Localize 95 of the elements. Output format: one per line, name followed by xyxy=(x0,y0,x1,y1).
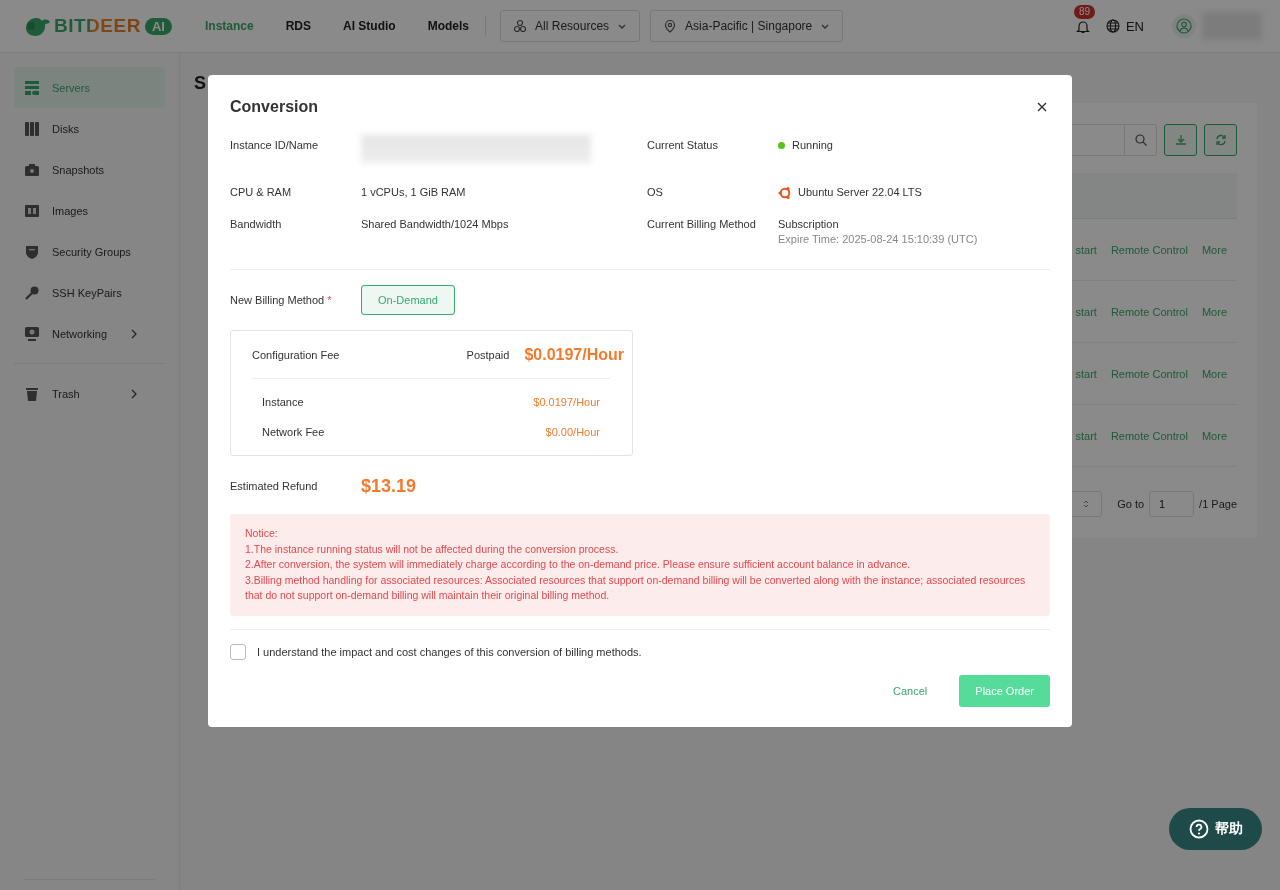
caret-icon xyxy=(617,22,628,30)
globe-icon xyxy=(1105,19,1120,33)
action-link[interactable]: start xyxy=(1075,305,1097,318)
cubes-icon xyxy=(513,19,528,33)
action-link[interactable]: Remote Control xyxy=(1110,367,1188,380)
os-name: Ubuntu Server 22.04 LTS xyxy=(798,186,922,198)
notice-text: 3.Billing method handling for associated resources: Associated resources that support on-demand billing will be converted along with the instance; associated resources that do not support on-demand billing will maintain their original billing method. xyxy=(245,572,1027,603)
field-value: Subscription xyxy=(778,218,840,230)
action-link[interactable]: More xyxy=(1201,305,1227,318)
region-dropdown[interactable]: Asia-Pacific | Singapore xyxy=(650,10,844,42)
help-button[interactable]: 帮助 xyxy=(1169,808,1262,850)
key-icon xyxy=(25,285,39,300)
fee-total: $0.0197/Hour xyxy=(524,345,624,364)
action-link[interactable]: start xyxy=(1075,367,1097,380)
checkbox-label: I understand the impact and cost changes of this conversion of billing methods. xyxy=(257,645,642,658)
caret-icon xyxy=(820,22,831,30)
fee-item-price: $0.00/Hour xyxy=(545,426,600,438)
dropdown-label: All Resources xyxy=(535,19,610,33)
download-button[interactable] xyxy=(1164,124,1197,156)
fee-label: Configuration Fee xyxy=(252,348,341,361)
nav-link[interactable]: Instance xyxy=(205,19,270,33)
field-value: 1 vCPUs, 1 GiB RAM xyxy=(361,186,467,198)
nav-link[interactable]: AI Studio xyxy=(327,19,412,33)
action-link[interactable]: More xyxy=(1201,367,1227,380)
sidebar-item[interactable]: SSH KeyPairs xyxy=(14,272,165,313)
help-icon xyxy=(1188,819,1209,839)
cancel-button[interactable]: Cancel xyxy=(877,674,944,707)
status-text: Running xyxy=(792,139,833,151)
expire-time: Expire Time: 2025-08-24 15:10:39 (UTC) xyxy=(778,233,979,245)
action-link[interactable]: Remote Control xyxy=(1110,243,1188,256)
sidebar-item[interactable]: Disks xyxy=(14,108,165,149)
nav-link[interactable]: Models xyxy=(411,19,486,33)
action-link[interactable]: More xyxy=(1201,243,1227,256)
field-label: Current Status xyxy=(647,139,719,153)
required-mark: * xyxy=(327,294,332,306)
billing-mode: Postpaid xyxy=(466,348,510,361)
goto-label: Go to xyxy=(1117,498,1145,510)
chevron-right-icon xyxy=(130,388,138,399)
action-link[interactable]: start xyxy=(1075,429,1097,442)
refresh-button[interactable] xyxy=(1204,124,1237,156)
sidebar-item[interactable]: Trash xyxy=(14,373,165,414)
sidebar-item[interactable]: Security Groups xyxy=(14,231,165,272)
ubuntu-logo-icon xyxy=(778,186,792,200)
fee-item-price: $0.0197/Hour xyxy=(533,396,600,408)
billing-option[interactable]: On-Demand xyxy=(361,285,455,315)
location-pin-icon xyxy=(663,19,678,33)
field-label: Estimated Refund xyxy=(230,480,319,492)
sort-caret-icon xyxy=(1083,499,1090,509)
refund-amount: $13.19 xyxy=(361,475,417,497)
field-label: Current Billing Method xyxy=(647,218,757,232)
sidebar-item[interactable]: Images xyxy=(14,190,165,231)
page-input[interactable]: 1 xyxy=(1149,491,1195,517)
resource-dropdown[interactable]: All Resources xyxy=(500,10,641,42)
sidebar-item[interactable]: Snapshots xyxy=(14,149,165,190)
disk-icon xyxy=(25,121,39,136)
camera-icon xyxy=(25,162,39,177)
sidebar-item[interactable]: Servers xyxy=(14,67,165,108)
monitor-icon xyxy=(25,326,39,341)
fee-item-label: Network Fee xyxy=(262,426,325,438)
action-link[interactable]: Remote Control xyxy=(1110,305,1188,318)
sidebar-item[interactable]: Networking xyxy=(14,313,165,354)
fee-item-label: Instance xyxy=(262,396,304,408)
shield-icon xyxy=(25,244,39,259)
action-link[interactable]: More xyxy=(1201,429,1227,442)
dialog-title: Conversion xyxy=(230,98,318,116)
search-icon xyxy=(1134,134,1147,146)
checkbox[interactable] xyxy=(230,643,246,660)
notice-text: 2.After conversion, the system will immediately charge according to the on-demand price. Please ensure sufficient account balance in advance. xyxy=(245,557,912,572)
field-label: CPU & RAM xyxy=(230,186,293,200)
field-label: Instance ID/Name xyxy=(230,139,320,153)
action-link[interactable]: start xyxy=(1075,243,1097,256)
download-icon xyxy=(1174,134,1187,146)
logo-badge: AI xyxy=(144,17,172,35)
notification-badge: 89 xyxy=(1073,4,1096,19)
avatar[interactable] xyxy=(1172,14,1196,38)
page-title: S xyxy=(194,73,207,95)
field-label: Bandwidth xyxy=(230,218,283,232)
language-label: EN xyxy=(1125,18,1144,34)
field-label: OS xyxy=(647,186,664,200)
image-icon xyxy=(25,203,39,218)
server-icon xyxy=(25,80,39,95)
dropdown-label: Asia-Pacific | Singapore xyxy=(685,19,813,33)
user-icon xyxy=(1176,18,1192,34)
field-label: New Billing Method xyxy=(230,294,325,306)
chevron-right-icon xyxy=(130,328,138,339)
bell-icon xyxy=(1075,18,1090,34)
trash-icon xyxy=(25,386,39,401)
refresh-icon xyxy=(1214,134,1227,146)
close-icon xyxy=(1037,102,1047,112)
field-value: Shared Bandwidth/1024 Mbps xyxy=(361,218,510,230)
notice-text: 1.The instance running status will not be affected during the conversion process. xyxy=(245,541,620,557)
notice-title: Notice: xyxy=(245,526,279,541)
action-link[interactable]: Remote Control xyxy=(1110,429,1188,442)
nav-link[interactable]: RDS xyxy=(269,19,328,33)
page-total: /1 Page xyxy=(1199,498,1237,510)
